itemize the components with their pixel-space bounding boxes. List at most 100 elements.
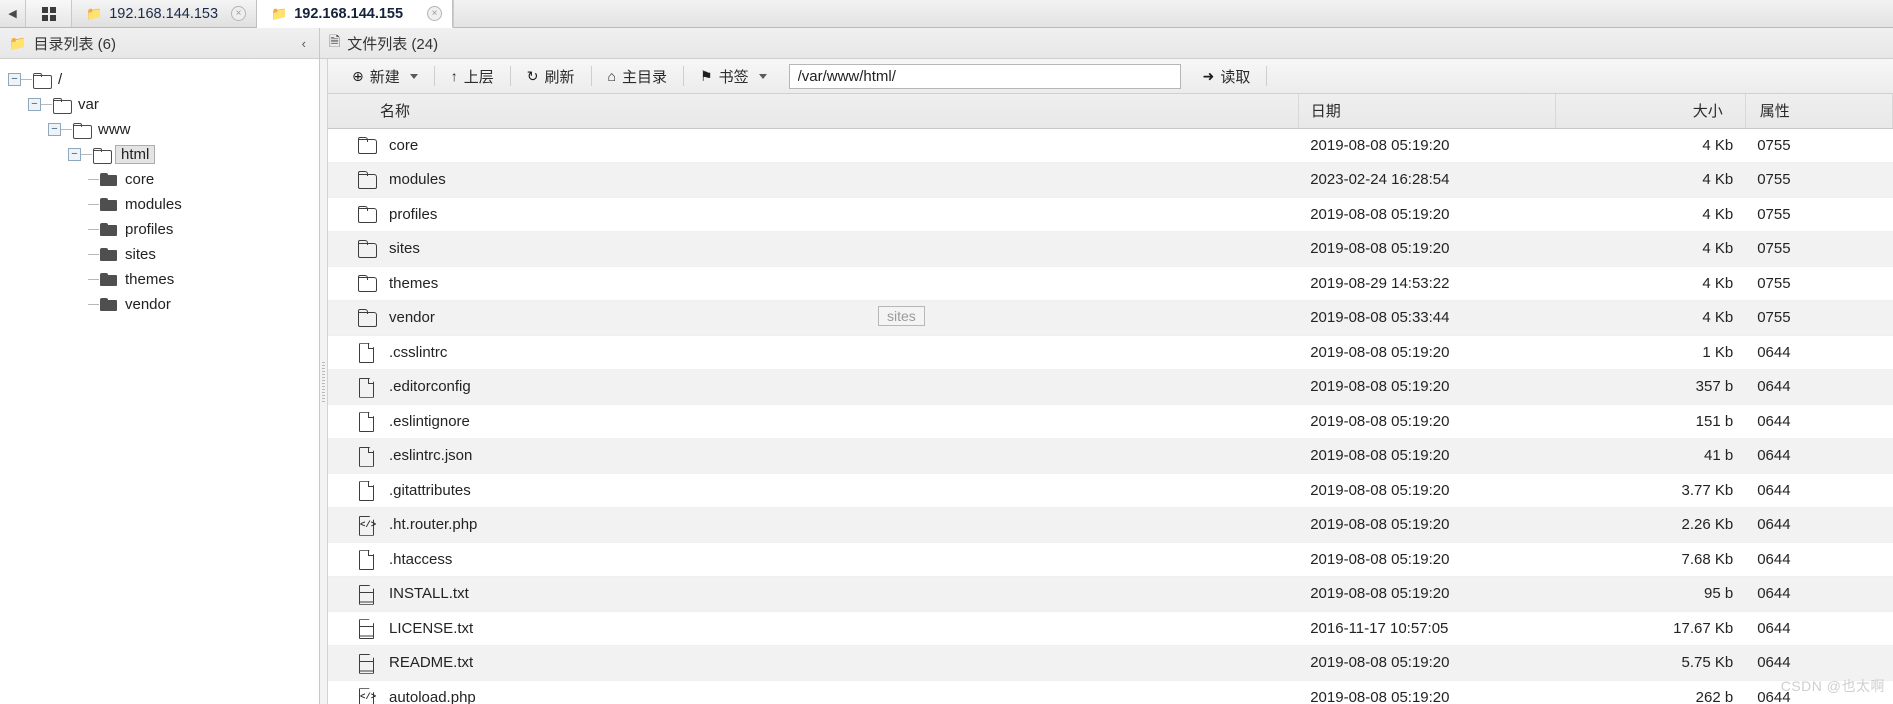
- file-name: .editorconfig: [389, 378, 471, 396]
- cell-name[interactable]: core: [320, 128, 1299, 163]
- cell-name[interactable]: .gitattributes: [320, 473, 1299, 508]
- tree-item-core[interactable]: core: [0, 167, 319, 192]
- cell-name[interactable]: README.txt: [320, 645, 1299, 681]
- cell-size: 262 b: [1555, 680, 1746, 704]
- tree-elbow: [88, 279, 99, 280]
- tab-192-168-144-155[interactable]: 📁 192.168.144.155 ×: [257, 0, 453, 28]
- refresh-button[interactable]: ↻ 刷新: [513, 63, 589, 89]
- table-row[interactable]: vendor 2019-08-08 05:33:44 4 Kb 0755: [320, 300, 1893, 336]
- table-row[interactable]: .editorconfig 2019-08-08 05:19:20 357 b 064…: [320, 369, 1893, 405]
- cell-name[interactable]: INSTALL.txt: [320, 576, 1299, 612]
- table-row[interactable]: modules 2023-02-24 16:28:54 4 Kb 0755: [320, 162, 1893, 198]
- file-icon: 🗎: [329, 33, 341, 49]
- tree-item-www[interactable]: − www: [0, 117, 319, 142]
- cell-name[interactable]: .eslintignore: [320, 404, 1299, 439]
- tree-item-html[interactable]: − html: [0, 142, 319, 167]
- expander-icon[interactable]: −: [8, 73, 21, 86]
- cell-size: 95 b: [1555, 576, 1746, 612]
- tree-item-root[interactable]: − /: [0, 67, 319, 92]
- collapse-sidebar-icon[interactable]: ‹: [298, 36, 310, 51]
- table-row[interactable]: .htaccess 2019-08-08 05:19:20 7.68 Kb 0644: [320, 542, 1893, 577]
- table-row[interactable]: sites 2019-08-08 05:19:20 4 Kb 0755: [320, 231, 1893, 267]
- tree-item-sites[interactable]: sites: [0, 242, 319, 267]
- bookmark-button-label: 书签: [718, 68, 749, 86]
- file-name: .eslintignore: [389, 412, 470, 430]
- folder-icon: [358, 170, 377, 190]
- directory-tree[interactable]: − / − var − www − html core modules prof…: [0, 59, 319, 704]
- chevron-down-icon[interactable]: [409, 73, 418, 79]
- table-row[interactable]: </> .ht.router.php 2019-08-08 05:19:20 2.26…: [320, 507, 1893, 543]
- table-row[interactable]: INSTALL.txt 2019-08-08 05:19:20 95 b 0644: [320, 576, 1893, 612]
- arrow-right-icon: ➜: [1202, 67, 1215, 84]
- file-toolbar: ⊕ 新建 ↑ 上层 ↻ 刷新 ⌂ 主目录 ⚑ 书签 /var/www/html/…: [320, 59, 1893, 94]
- chevron-down-icon[interactable]: [758, 73, 767, 79]
- cell-name[interactable]: .htaccess: [320, 542, 1299, 577]
- column-header-date[interactable]: 日期: [1298, 94, 1557, 129]
- cell-attr: 0644: [1745, 542, 1893, 577]
- folder-icon: [100, 247, 117, 262]
- directory-pane-title: 目录列表 (6): [33, 35, 116, 53]
- tab-label: 192.168.144.155: [294, 5, 404, 22]
- read-button[interactable]: ➜ 读取: [1189, 63, 1265, 89]
- table-row[interactable]: .eslintignore 2019-08-08 05:19:20 151 b 064…: [320, 404, 1893, 439]
- tree-item-modules[interactable]: modules: [0, 192, 319, 217]
- text-file-icon: [358, 584, 375, 604]
- expander-icon[interactable]: −: [28, 98, 41, 111]
- table-row[interactable]: LICENSE.txt 2016-11-17 10:57:05 17.67 Kb 06…: [320, 611, 1893, 646]
- tab-scroll-left-icon[interactable]: ◀: [0, 0, 26, 27]
- table-row[interactable]: README.txt 2019-08-08 05:19:20 5.75 Kb 0644: [320, 645, 1893, 681]
- tree-item-themes[interactable]: themes: [0, 267, 319, 292]
- expander-icon[interactable]: −: [68, 148, 81, 161]
- up-button[interactable]: ↑ 上层: [437, 63, 508, 89]
- table-row[interactable]: </> autoload.php 2019-08-08 05:19:20 262 b0…: [320, 680, 1893, 704]
- bookmark-button[interactable]: ⚑ 书签: [686, 63, 781, 89]
- up-button-label: 上层: [463, 68, 494, 86]
- cell-name[interactable]: .csslintrc: [320, 335, 1299, 370]
- table-row[interactable]: core 2019-08-08 05:19:20 4 Kb 0755: [320, 128, 1893, 163]
- tab-192-168-144-153[interactable]: 📁 192.168.144.153 ×: [72, 0, 257, 27]
- close-icon[interactable]: ×: [427, 6, 442, 21]
- new-button-label: 新建: [369, 68, 400, 86]
- cell-name[interactable]: </> autoload.php: [320, 680, 1299, 704]
- code-file-icon: </>: [358, 515, 376, 535]
- cell-size: 3.77 Kb: [1555, 473, 1746, 508]
- tree-item-label: vendor: [125, 296, 171, 313]
- table-row[interactable]: .csslintrc 2019-08-08 05:19:20 1 Kb 0644: [320, 335, 1893, 370]
- table-row[interactable]: profiles 2019-08-08 05:19:20 4 Kb 0755: [320, 197, 1893, 232]
- column-header-size[interactable]: 大小: [1555, 94, 1746, 129]
- folder-icon: [100, 222, 117, 237]
- table-header-row: 名称 日期 大小 属性: [320, 94, 1893, 129]
- tree-item-profiles[interactable]: profiles: [0, 217, 319, 242]
- table-row[interactable]: .gitattributes 2019-08-08 05:19:20 3.77 Kb…: [320, 473, 1893, 508]
- grid-view-button[interactable]: [26, 0, 72, 27]
- file-icon: [358, 411, 375, 431]
- cell-name[interactable]: profiles: [320, 197, 1299, 232]
- cell-name[interactable]: vendor: [320, 300, 1299, 336]
- home-button[interactable]: ⌂ 主目录: [594, 63, 681, 89]
- column-header-attr[interactable]: 属性: [1745, 94, 1893, 129]
- cell-size: 4 Kb: [1555, 197, 1746, 232]
- cell-name[interactable]: </> .ht.router.php: [320, 507, 1299, 543]
- cell-name[interactable]: themes: [320, 266, 1299, 301]
- new-button[interactable]: ⊕ 新建: [338, 63, 432, 89]
- cell-size: 7.68 Kb: [1555, 542, 1746, 577]
- column-header-name[interactable]: 名称: [320, 94, 1299, 129]
- cell-name[interactable]: LICENSE.txt: [320, 611, 1299, 646]
- cell-name[interactable]: .eslintrc.json: [320, 438, 1299, 474]
- cell-attr: 0755: [1745, 266, 1893, 301]
- folder-open-icon: [93, 147, 112, 164]
- table-row[interactable]: themes 2019-08-29 14:53:22 4 Kb 0755: [320, 266, 1893, 301]
- path-input[interactable]: [788, 63, 1181, 89]
- cell-name[interactable]: .editorconfig: [320, 369, 1299, 405]
- tree-item-vendor[interactable]: vendor: [0, 292, 319, 317]
- tree-item-var[interactable]: − var: [0, 92, 319, 117]
- cell-name[interactable]: modules: [320, 162, 1299, 198]
- tree-item-label: sites: [125, 246, 156, 263]
- cell-attr: 0755: [1745, 128, 1893, 163]
- table-row[interactable]: .eslintrc.json 2019-08-08 05:19:20 41 b 064…: [320, 438, 1893, 474]
- file-name: .csslintrc: [389, 343, 448, 361]
- close-icon[interactable]: ×: [231, 6, 246, 21]
- cell-name[interactable]: sites: [320, 231, 1299, 267]
- pane-splitter[interactable]: [320, 59, 328, 704]
- expander-icon[interactable]: −: [48, 123, 61, 136]
